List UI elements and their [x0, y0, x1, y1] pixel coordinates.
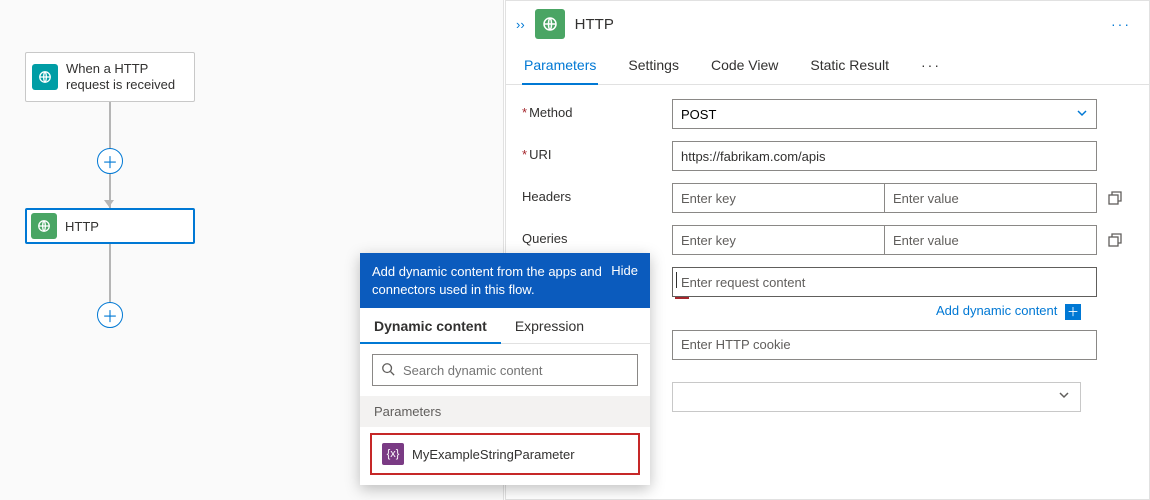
queries-key-input[interactable]: [672, 225, 884, 255]
chevron-down-icon: [1058, 389, 1070, 404]
dynamic-content-item-label: MyExampleStringParameter: [412, 447, 575, 462]
headers-value-input[interactable]: [884, 183, 1097, 213]
tab-parameters[interactable]: Parameters: [522, 51, 598, 85]
search-icon: [381, 362, 395, 379]
queries-label: Queries: [522, 225, 672, 246]
method-select[interactable]: POST: [672, 99, 1097, 129]
body-input[interactable]: [672, 267, 1097, 297]
chevron-down-icon: [1076, 107, 1088, 122]
uri-label: URI: [522, 141, 672, 162]
popover-header: Add dynamic content from the apps and co…: [360, 253, 650, 308]
method-value: POST: [681, 107, 716, 122]
popover-message: Add dynamic content from the apps and co…: [372, 263, 603, 298]
panel-title: HTTP: [575, 16, 614, 33]
add-step-button[interactable]: ＋: [97, 148, 123, 174]
panel-more-button[interactable]: ···: [1107, 12, 1135, 36]
queries-edit-button[interactable]: [1103, 228, 1127, 252]
panel-header: ›› HTTP ···: [506, 1, 1149, 43]
http-action-node[interactable]: HTTP: [25, 208, 195, 244]
headers-edit-button[interactable]: [1103, 186, 1127, 210]
popover-tabs: Dynamic content Expression: [360, 308, 650, 344]
http-action-icon: [535, 9, 565, 39]
http-trigger-icon: [32, 64, 58, 90]
http-action-icon: [31, 213, 57, 239]
dynamic-content-popover: Add dynamic content from the apps and co…: [360, 253, 650, 485]
collapse-panel-button[interactable]: ››: [516, 17, 525, 32]
advanced-expander[interactable]: [672, 382, 1081, 412]
panel-tabs: Parameters Settings Code View Static Res…: [506, 43, 1149, 85]
add-step-button[interactable]: ＋: [97, 302, 123, 328]
dynamic-search[interactable]: [372, 354, 638, 386]
text-caret: [676, 272, 677, 288]
popover-hide-button[interactable]: Hide: [611, 263, 638, 278]
tab-static-result[interactable]: Static Result: [808, 51, 891, 84]
trigger-node[interactable]: When a HTTP request is received: [25, 52, 195, 102]
uri-input[interactable]: [672, 141, 1097, 171]
dynamic-content-item[interactable]: {x} MyExampleStringParameter: [370, 433, 640, 475]
spell-underline: [675, 297, 689, 299]
http-action-label: HTTP: [65, 219, 99, 234]
headers-key-input[interactable]: [672, 183, 884, 213]
trigger-label: When a HTTP request is received: [66, 61, 188, 94]
tab-dynamic-content[interactable]: Dynamic content: [360, 308, 501, 344]
add-dynamic-content-icon[interactable]: ＋: [1065, 304, 1081, 320]
connector-line: [109, 244, 111, 302]
add-dynamic-content-link[interactable]: Add dynamic content: [936, 303, 1057, 318]
method-label: Method: [522, 99, 672, 120]
connector-arrow: [104, 200, 114, 207]
parameter-icon: {x}: [382, 443, 404, 465]
tab-code-view[interactable]: Code View: [709, 51, 780, 84]
headers-label: Headers: [522, 183, 672, 204]
tab-settings[interactable]: Settings: [626, 51, 681, 84]
tab-more[interactable]: ···: [919, 51, 943, 84]
tab-expression[interactable]: Expression: [501, 308, 598, 343]
queries-value-input[interactable]: [884, 225, 1097, 255]
cookie-input[interactable]: [672, 330, 1097, 360]
dynamic-search-input[interactable]: [403, 363, 629, 378]
popover-section-header: Parameters: [360, 396, 650, 427]
